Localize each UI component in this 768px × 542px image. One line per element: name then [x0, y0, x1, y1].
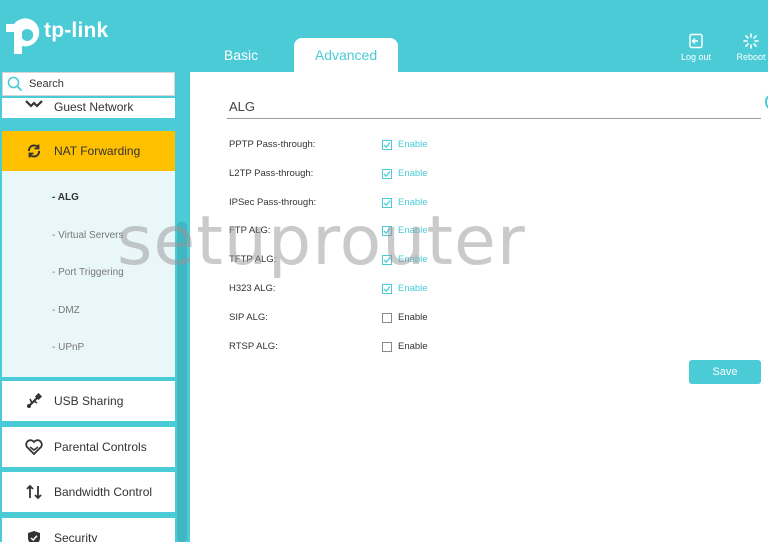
alg-row-label: TFTP ALG: — [229, 254, 277, 266]
alg-row: H323 ALG: Enable — [229, 283, 529, 297]
logout-icon — [689, 33, 703, 49]
tab-basic[interactable]: Basic — [205, 38, 277, 72]
alg-row: RTSP ALG: Enable — [229, 341, 529, 355]
sidebar-item-label: Bandwidth Control — [54, 485, 153, 499]
title-divider — [227, 118, 761, 119]
enable-checkbox[interactable] — [382, 168, 392, 179]
nat-forwarding-icon — [25, 142, 43, 160]
usb-icon — [25, 392, 43, 410]
search-input[interactable] — [29, 78, 169, 90]
search-box[interactable] — [2, 72, 175, 96]
sidebar-item-parental-controls[interactable]: Parental Controls — [2, 427, 175, 467]
sidebar-item-nat-forwarding[interactable]: NAT Forwarding — [2, 131, 175, 171]
submenu-item-alg[interactable]: - ALG — [52, 192, 79, 203]
alg-row-label: PPTP Pass-through: — [229, 139, 316, 150]
tp-link-logo: tp-link — [2, 16, 108, 56]
enable-checkbox-label[interactable]: Enable — [398, 341, 428, 352]
sidebar-scrollbar[interactable] — [177, 222, 187, 542]
enable-checkbox[interactable] — [382, 197, 392, 208]
bandwidth-arrows-icon — [25, 483, 43, 501]
submenu-item-virtual-servers[interactable]: - Virtual Servers — [52, 230, 124, 241]
alg-row: SIP ALG: Enable — [229, 312, 529, 326]
sidebar-item-label: Parental Controls — [54, 440, 147, 454]
alg-row-label: RTSP ALG: — [229, 340, 278, 352]
checkmark-icon — [383, 170, 391, 177]
logout-label: Log out — [680, 52, 712, 62]
shield-icon — [25, 529, 43, 542]
checkmark-icon — [383, 142, 391, 149]
logo-text: tp-link — [44, 19, 109, 42]
checkmark-icon — [383, 228, 391, 235]
parental-controls-icon — [25, 438, 43, 456]
sidebar-item-guest-network[interactable]: Guest Network — [2, 98, 175, 118]
submenu-item-port-triggering[interactable]: - Port Triggering — [52, 267, 124, 278]
sidebar-item-usb-sharing[interactable]: USB Sharing — [2, 381, 175, 421]
enable-checkbox[interactable] — [382, 226, 392, 237]
enable-checkbox[interactable] — [382, 255, 392, 266]
sidebar-item-bandwidth-control[interactable]: Bandwidth Control — [2, 472, 175, 512]
alg-row-label: L2TP Pass-through: — [229, 167, 314, 179]
search-icon — [7, 76, 23, 92]
sidebar: Guest Network NAT Forwarding - ALG - Vir… — [0, 72, 190, 542]
alg-row: TFTP ALG: Enable — [229, 254, 529, 268]
alg-row-label: IPSec Pass-through: — [229, 196, 317, 208]
sidebar-item-label: Guest Network — [54, 100, 134, 114]
alg-row: IPSec Pass-through: Enable — [229, 197, 529, 211]
reboot-icon — [743, 33, 759, 49]
enable-checkbox-label[interactable]: Enable — [398, 168, 428, 179]
alg-row-label: H323 ALG: — [229, 283, 276, 294]
enable-checkbox-label[interactable]: Enable — [398, 139, 428, 150]
main-panel: ALG PPTP Pass-through: Enable L2TP Pass-th… — [190, 72, 768, 542]
page-title: ALG — [229, 99, 256, 114]
checkmark-icon — [383, 199, 391, 206]
nat-forwarding-submenu: - ALG - Virtual Servers - Port Triggerin… — [2, 171, 175, 377]
tp-link-logo-icon — [2, 16, 42, 56]
enable-checkbox-label[interactable]: Enable — [398, 312, 428, 323]
alg-row: FTP ALG: Enable — [229, 225, 529, 239]
enable-checkbox-label[interactable]: Enable — [398, 197, 428, 208]
enable-checkbox[interactable] — [382, 341, 392, 352]
sidebar-item-security[interactable]: Security — [2, 518, 175, 542]
submenu-item-upnp[interactable]: - UPnP — [52, 342, 84, 353]
logout-button[interactable]: Log out — [674, 33, 718, 62]
sidebar-item-label: NAT Forwarding — [54, 144, 141, 158]
alg-row-label: FTP ALG: — [229, 225, 271, 237]
alg-row: PPTP Pass-through: Enable — [229, 139, 529, 153]
top-header: tp-link Basic Advanced Log out Reboot — [0, 0, 768, 72]
sidebar-item-label: Security — [54, 531, 98, 542]
enable-checkbox[interactable] — [382, 140, 392, 150]
checkmark-icon — [383, 286, 391, 293]
enable-checkbox-label[interactable]: Enable — [398, 225, 428, 236]
enable-checkbox-label[interactable]: Enable — [398, 254, 428, 265]
reboot-label: Reboot — [736, 52, 766, 62]
save-button[interactable]: Save — [689, 360, 761, 384]
enable-checkbox[interactable] — [382, 284, 392, 294]
reboot-button[interactable]: Reboot — [729, 33, 768, 62]
alg-row-label: SIP ALG: — [229, 311, 268, 323]
sidebar-item-label: USB Sharing — [54, 394, 124, 408]
checkmark-icon — [383, 257, 391, 264]
tab-advanced[interactable]: Advanced — [294, 38, 398, 72]
enable-checkbox[interactable] — [382, 312, 392, 323]
alg-row: L2TP Pass-through: Enable — [229, 168, 529, 182]
submenu-item-dmz[interactable]: - DMZ — [52, 305, 80, 316]
enable-checkbox-label[interactable]: Enable — [398, 283, 428, 294]
guest-network-icon — [25, 98, 43, 116]
